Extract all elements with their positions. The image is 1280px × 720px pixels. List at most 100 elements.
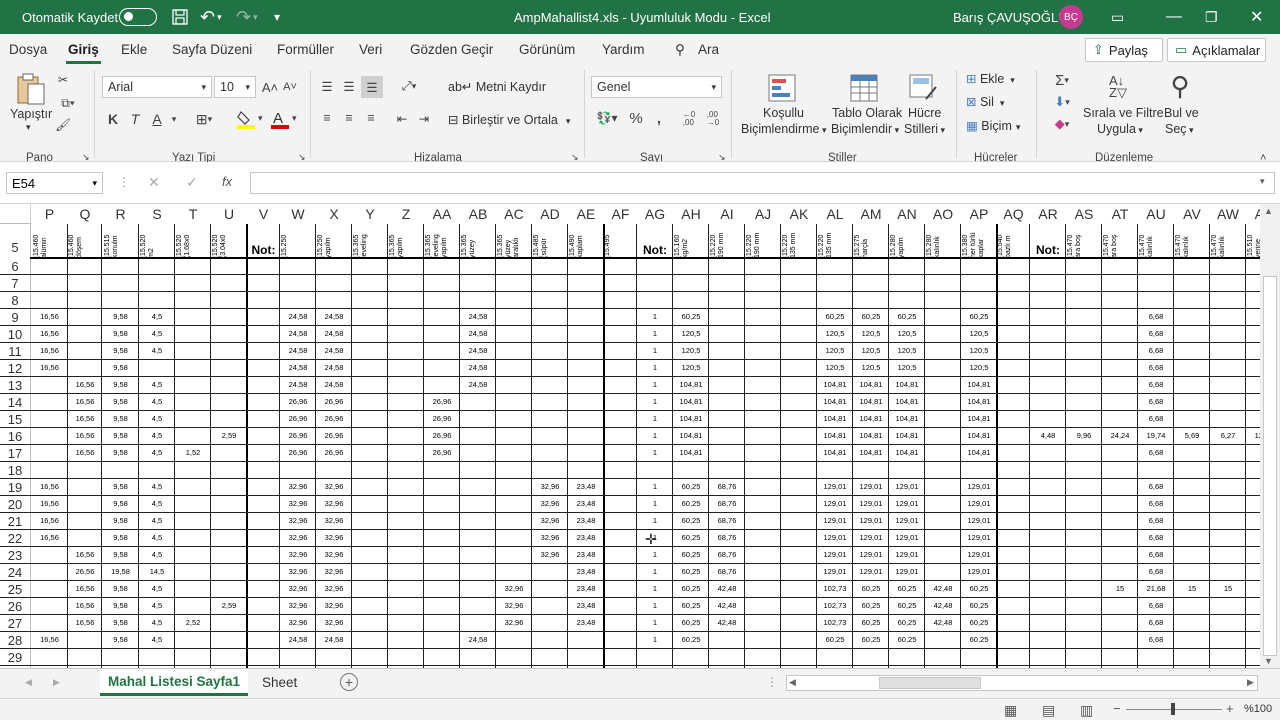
accounting-format-icon[interactable]: 💱▾ (594, 110, 620, 126)
table-cell[interactable]: 60,25 (673, 615, 709, 632)
column-header[interactable]: AM (853, 204, 889, 224)
table-cell[interactable]: 1 (637, 632, 673, 649)
table-cell[interactable]: 26,96 (424, 394, 460, 411)
format-as-table-icon[interactable] (848, 72, 880, 104)
table-cell[interactable]: 4,5 (139, 598, 175, 615)
tab-giris[interactable]: Giriş (66, 42, 101, 64)
table-cell[interactable]: 120,5 (853, 326, 889, 343)
conditional-formatting-icon[interactable] (766, 72, 798, 104)
row-header[interactable]: 19 (0, 479, 30, 496)
table-cell[interactable]: 60,25 (889, 598, 925, 615)
table-cell[interactable]: 102,73 (817, 581, 853, 598)
table-cell[interactable]: 129,01 (889, 513, 925, 530)
table-cell[interactable]: 104,81 (673, 394, 709, 411)
table-cell[interactable]: 42,48 (925, 615, 961, 632)
column-header[interactable]: AI (709, 204, 745, 224)
table-cell[interactable]: 24,58 (460, 343, 496, 360)
redo-icon[interactable]: ↷ ▾ (236, 0, 258, 34)
table-cell[interactable]: 9,58 (102, 411, 139, 428)
table-cell[interactable]: 1 (637, 564, 673, 581)
table-cell[interactable]: 104,81 (817, 394, 853, 411)
table-cell[interactable]: 104,81 (853, 394, 889, 411)
row-header[interactable]: 23 (0, 547, 30, 564)
table-cell[interactable]: 26,96 (280, 428, 316, 445)
table-cell[interactable]: 24,58 (460, 326, 496, 343)
table-cell[interactable]: 32,96 (316, 564, 352, 581)
table-cell[interactable]: 32,96 (280, 496, 316, 513)
table-cell[interactable]: 6,68 (1138, 343, 1174, 360)
row-header[interactable]: 21 (0, 513, 30, 530)
align-top-icon[interactable]: ☰ (318, 78, 336, 94)
table-cell[interactable]: 23,48 (568, 564, 604, 581)
table-cell[interactable]: 104,81 (961, 428, 997, 445)
table-cell[interactable]: 4,5 (139, 581, 175, 598)
tab-dosya[interactable]: Dosya (9, 42, 47, 57)
table-cell[interactable]: 6,68 (1138, 309, 1174, 326)
header-cell[interactable]: Not: (1030, 224, 1066, 258)
table-cell[interactable]: 104,81 (673, 428, 709, 445)
column-header[interactable]: AG (637, 204, 673, 224)
table-cell[interactable]: 16,56 (68, 547, 102, 564)
close-icon[interactable]: ✕ (1250, 0, 1263, 34)
orientation-icon[interactable]: ⤢ ▾ (394, 78, 424, 94)
header-cell[interactable]: [15.460 alümin (31, 224, 68, 258)
table-cell[interactable]: 32,96 (532, 547, 568, 564)
header-cell[interactable]: [15.470 ara boş (1066, 224, 1102, 258)
table-cell[interactable]: 24,58 (460, 360, 496, 377)
format-cells-button[interactable]: ▦ Biçim ▾ (966, 118, 1020, 133)
column-header[interactable]: AX (1246, 204, 1260, 224)
table-cell[interactable]: 1 (637, 411, 673, 428)
table-cell[interactable]: 19,58 (102, 564, 139, 581)
table-cell[interactable]: 4,5 (139, 343, 175, 360)
table-cell[interactable]: 15 (1210, 581, 1246, 598)
fill-icon[interactable]: ⬇ ▾ (1047, 94, 1077, 110)
table-cell[interactable]: 9,58 (102, 360, 139, 377)
search-icon[interactable]: ⚲ (675, 42, 685, 58)
table-cell[interactable]: 60,25 (673, 547, 709, 564)
column-header[interactable]: AB (460, 204, 496, 224)
table-cell[interactable]: 6,68 (1138, 530, 1174, 547)
table-cell[interactable]: 120,5 (961, 326, 997, 343)
table-cell[interactable]: 32,96 (496, 615, 532, 632)
table-cell[interactable]: 129,01 (853, 479, 889, 496)
delete-cells-button[interactable]: ⊠ Sil ▾ (966, 94, 1004, 109)
column-header[interactable]: Z (388, 204, 424, 224)
table-cell[interactable]: 104,81 (961, 377, 997, 394)
header-cell[interactable]: [15.365 leveling yapılm (424, 224, 460, 258)
table-cell[interactable]: 1 (637, 343, 673, 360)
table-cell[interactable]: 16,56 (31, 496, 68, 513)
table-cell[interactable]: 26,96 (280, 445, 316, 462)
table-cell[interactable]: 24,58 (316, 326, 352, 343)
header-cell[interactable]: [15.365 yüzey (460, 224, 496, 258)
decrease-decimal-icon[interactable]: ,00 →0 (703, 110, 723, 128)
header-cell[interactable]: [15.365 yüzey aralıklı (496, 224, 532, 258)
copy-icon[interactable]: ⧉▾ (56, 96, 80, 110)
table-cell[interactable]: 129,01 (889, 564, 925, 581)
increase-decimal-icon[interactable]: ←0,00 (679, 110, 699, 128)
column-header[interactable]: P (31, 204, 68, 224)
table-cell[interactable]: 32,96 (496, 598, 532, 615)
tab-gorunum[interactable]: Görünüm (519, 42, 575, 57)
table-cell[interactable]: 23,48 (568, 581, 604, 598)
table-cell[interactable]: 1 (637, 428, 673, 445)
table-cell[interactable]: 104,81 (817, 377, 853, 394)
zoom-out-icon[interactable]: − (1113, 701, 1121, 716)
table-cell[interactable]: 60,25 (673, 632, 709, 649)
row-header[interactable]: 11 (0, 343, 30, 360)
table-cell[interactable]: 32,96 (280, 615, 316, 632)
table-cell[interactable]: 4,5 (139, 377, 175, 394)
table-cell[interactable]: 1 (637, 360, 673, 377)
table-cell[interactable]: 26,96 (316, 394, 352, 411)
bold-button[interactable]: K (106, 110, 120, 128)
align-right-icon[interactable]: ≡ (362, 110, 380, 126)
header-cell[interactable]: [15.470 ara boş (1102, 224, 1138, 258)
restore-icon[interactable]: ❐ (1205, 0, 1218, 34)
table-cell[interactable]: 24,58 (316, 377, 352, 394)
table-cell[interactable]: 129,01 (817, 479, 853, 496)
ribbon-display-options-icon[interactable]: ▭ (1111, 0, 1124, 34)
table-cell[interactable]: 6,68 (1138, 411, 1174, 428)
cut-icon[interactable]: ✂ (56, 72, 70, 87)
header-cell[interactable]: [15.365 leveling (352, 224, 388, 258)
add-sheet-icon[interactable]: + (340, 673, 358, 691)
header-cell[interactable]: [15.495 (604, 224, 637, 258)
